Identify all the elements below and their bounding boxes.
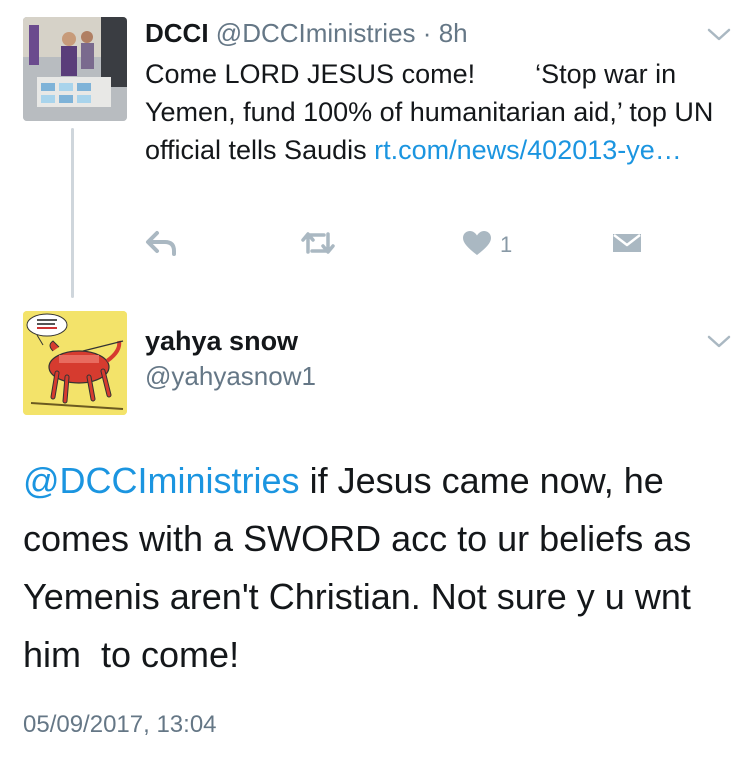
direct-message-button[interactable]: [612, 230, 642, 260]
tweet1-link[interactable]: rt.com/​news/402013-ye…: [374, 135, 682, 165]
tweet1-author-handle[interactable]: @DCCIministries: [216, 18, 416, 48]
like-icon: [462, 230, 492, 261]
retweet-button[interactable]: [300, 230, 336, 260]
like-count: 1: [500, 232, 513, 257]
reply-icon: [145, 230, 177, 261]
like-button[interactable]: 1: [462, 230, 512, 260]
reply-button[interactable]: [145, 230, 177, 260]
avatar-cartoon: [23, 311, 127, 415]
tweet1-header: DCCI @DCCIministries · 8h: [145, 16, 468, 50]
chevron-down-icon[interactable]: [707, 28, 731, 42]
chevron-down-icon[interactable]: [707, 335, 731, 349]
dcci-avatar[interactable]: [23, 17, 127, 121]
tweet2-author-handle[interactable]: @yahyasnow1: [145, 359, 316, 393]
tweet2-mention-link[interactable]: @DCCIministries: [23, 460, 300, 501]
tweet1-timestamp[interactable]: 8h: [439, 18, 468, 48]
tweet1-author-name[interactable]: DCCI: [145, 18, 209, 48]
tweet1-separator: ·: [422, 18, 432, 48]
tweet2-author-name[interactable]: yahya snow: [145, 324, 298, 358]
yahya-snow-avatar[interactable]: [23, 311, 127, 415]
avatar-photo: [23, 17, 127, 121]
tweet2-timestamp: 05/09/2017, 13:04: [23, 711, 217, 738]
direct-message-icon: [612, 232, 642, 259]
tweet2-text: @DCCIministries if Jesus came now, he co…: [23, 452, 723, 684]
thread-line: [71, 128, 74, 298]
retweet-icon: [300, 230, 336, 261]
tweet1-text: Come LORD JESUS come! ‘Stop war in Yemen…: [145, 55, 725, 169]
